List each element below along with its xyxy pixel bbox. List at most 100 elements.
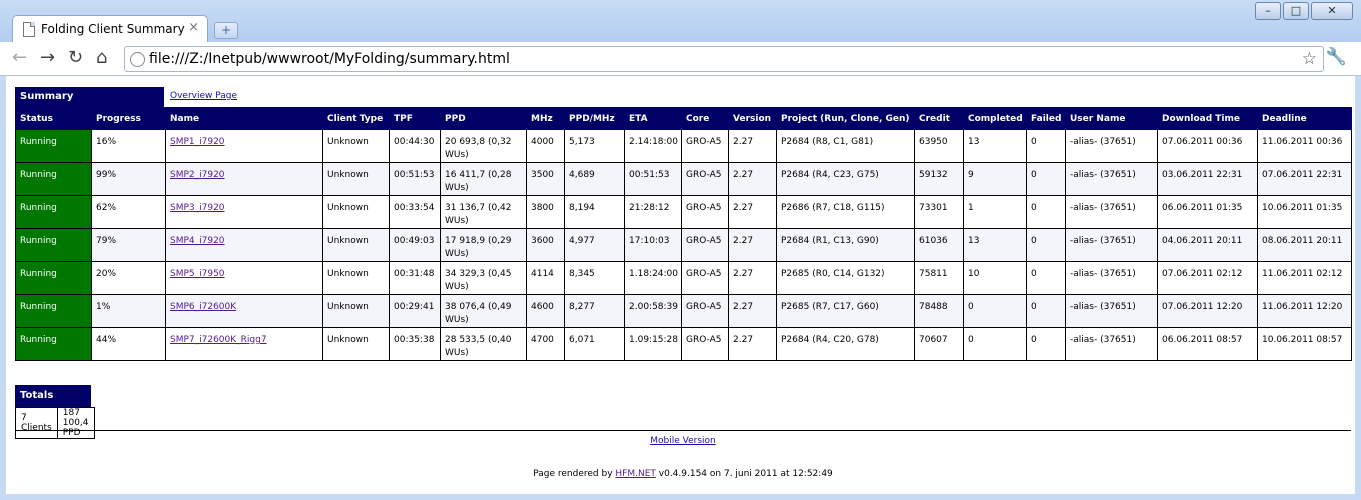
minimize-icon[interactable]: – — [1255, 2, 1281, 20]
cell-failed: 0 — [1026, 261, 1066, 295]
address-bar[interactable]: file:///Z:/Inetpub/wwwroot/MyFolding/sum… — [124, 46, 1324, 72]
tab-close-icon[interactable]: × — [188, 20, 199, 35]
overview-page-link[interactable]: Overview Page — [170, 91, 237, 101]
tab-title: Folding Client Summary — [41, 22, 185, 36]
cell-status: Running — [15, 327, 92, 361]
cell-ppd-mhz: 8,277 — [564, 294, 625, 328]
summary-header: Summary — [15, 87, 164, 107]
column-header: Client Type — [322, 107, 390, 130]
cell-ppd: 16 411,7 (0,28 WUs) — [440, 162, 527, 196]
column-header: Project (Run, Clone, Gen) — [776, 107, 915, 130]
footer-prefix: Page rendered by — [533, 469, 613, 479]
table-row: Running 20% SMP5_i7950 Unknown 00:31:48 34 32… — [15, 261, 1352, 295]
clients-table: Status Progress Name Client Type TPF PPD MHz PP… — [15, 107, 1352, 361]
cell-completed: 13 — [963, 129, 1027, 163]
cell-deadline: 11.06.2011 12:20 — [1257, 294, 1352, 328]
cell-mhz: 4700 — [526, 327, 565, 361]
total-ppd: 187 100,4 PPD — [56, 407, 95, 439]
cell-eta: 00:51:53 — [624, 162, 682, 196]
mobile-version-link[interactable]: Mobile Version — [650, 436, 715, 446]
cell-name: SMP4_i7920 — [165, 228, 323, 262]
wrench-icon[interactable]: 🔧 — [1326, 47, 1347, 67]
cell-user: -alias- (37651) — [1065, 294, 1158, 328]
cell-completed: 13 — [963, 228, 1027, 262]
client-name-link[interactable]: SMP3_i7920 — [170, 203, 225, 213]
cell-version: 2.27 — [728, 228, 777, 262]
browser-tab[interactable]: Folding Client Summary × — [12, 15, 208, 42]
cell-project: P2685 (R7, C17, G60) — [776, 294, 915, 328]
cell-credit: 78488 — [914, 294, 964, 328]
table-row: Running 79% SMP4_i7920 Unknown 00:49:03 17 91… — [15, 228, 1352, 262]
cell-credit: 70607 — [914, 327, 964, 361]
cell-ppd-mhz: 8,194 — [564, 195, 625, 229]
cell-failed: 0 — [1026, 162, 1066, 196]
client-name-link[interactable]: SMP5_i7950 — [170, 269, 225, 279]
client-name-link[interactable]: SMP2_i7920 — [170, 170, 225, 180]
client-name-link[interactable]: SMP4_i7920 — [170, 236, 225, 246]
client-name-link[interactable]: SMP6_i72600K — [170, 302, 236, 312]
column-header: PPD — [440, 107, 527, 130]
client-name-link[interactable]: SMP7_i72600K_Rigg7 — [170, 335, 267, 345]
forward-icon[interactable]: → — [40, 48, 55, 68]
title-bar: Folding Client Summary × + – □ ✕ — [0, 0, 1361, 42]
cell-core: GRO-A5 — [681, 294, 729, 328]
reload-icon[interactable]: ↻ — [68, 48, 83, 68]
cell-download: 03.06.2011 22:31 — [1157, 162, 1258, 196]
cell-name: SMP6_i72600K — [165, 294, 323, 328]
cell-completed: 1 — [963, 195, 1027, 229]
cell-name: SMP5_i7950 — [165, 261, 323, 295]
column-header: Completed — [963, 107, 1027, 130]
cell-name: SMP2_i7920 — [165, 162, 323, 196]
cell-name: SMP1_i7920 — [165, 129, 323, 163]
column-header: Credit — [914, 107, 964, 130]
hfm-link[interactable]: HFM.NET — [615, 469, 656, 479]
back-icon[interactable]: ← — [12, 48, 27, 68]
cell-status: Running — [15, 129, 92, 163]
cell-status: Running — [15, 228, 92, 262]
cell-deadline: 11.06.2011 00:36 — [1257, 129, 1352, 163]
url-text[interactable]: file:///Z:/Inetpub/wwwroot/MyFolding/sum… — [149, 51, 510, 67]
cell-completed: 10 — [963, 261, 1027, 295]
cell-client-type: Unknown — [322, 327, 390, 361]
cell-deadline: 10.06.2011 08:57 — [1257, 327, 1352, 361]
cell-user: -alias- (37651) — [1065, 162, 1158, 196]
cell-progress: 62% — [91, 195, 166, 229]
total-clients: 7 Clients — [15, 407, 58, 439]
table-row: Running 62% SMP3_i7920 Unknown 00:33:54 31 13… — [15, 195, 1352, 229]
column-header: Status — [15, 107, 92, 130]
cell-tpf: 00:31:48 — [389, 261, 441, 295]
cell-failed: 0 — [1026, 195, 1066, 229]
table-header-row: Status Progress Name Client Type TPF PPD MHz PP… — [15, 107, 1352, 130]
cell-client-type: Unknown — [322, 228, 390, 262]
cell-ppd: 17 918,9 (0,29 WUs) — [440, 228, 527, 262]
cell-mhz: 3500 — [526, 162, 565, 196]
cell-user: -alias- (37651) — [1065, 228, 1158, 262]
table-row: Running 16% SMP1_i7920 Unknown 00:44:30 20 69… — [15, 129, 1352, 163]
client-name-link[interactable]: SMP1_i7920 — [170, 137, 225, 147]
cell-status: Running — [15, 261, 92, 295]
totals-header: Totals — [15, 385, 91, 407]
star-icon[interactable]: ☆ — [1302, 49, 1317, 69]
cell-project: P2684 (R8, C1, G81) — [776, 129, 915, 163]
cell-project: P2684 (R4, C23, G75) — [776, 162, 915, 196]
cell-status: Running — [15, 294, 92, 328]
cell-deadline: 07.06.2011 22:31 — [1257, 162, 1352, 196]
new-tab-button[interactable]: + — [214, 22, 238, 39]
close-window-icon[interactable]: ✕ — [1311, 2, 1353, 20]
maximize-icon[interactable]: □ — [1283, 2, 1309, 20]
cell-name: SMP7_i72600K_Rigg7 — [165, 327, 323, 361]
home-icon[interactable]: ⌂ — [96, 48, 107, 68]
cell-name: SMP3_i7920 — [165, 195, 323, 229]
cell-version: 2.27 — [728, 195, 777, 229]
cell-download: 06.06.2011 08:57 — [1157, 327, 1258, 361]
cell-tpf: 00:51:53 — [389, 162, 441, 196]
cell-mhz: 4114 — [526, 261, 565, 295]
cell-core: GRO-A5 — [681, 195, 729, 229]
cell-ppd-mhz: 4,689 — [564, 162, 625, 196]
cell-project: P2686 (R7, C18, G115) — [776, 195, 915, 229]
column-header: Version — [728, 107, 777, 130]
cell-progress: 1% — [91, 294, 166, 328]
table-row: Running 99% SMP2_i7920 Unknown 00:51:53 16 41… — [15, 162, 1352, 196]
cell-credit: 73301 — [914, 195, 964, 229]
cell-credit: 63950 — [914, 129, 964, 163]
